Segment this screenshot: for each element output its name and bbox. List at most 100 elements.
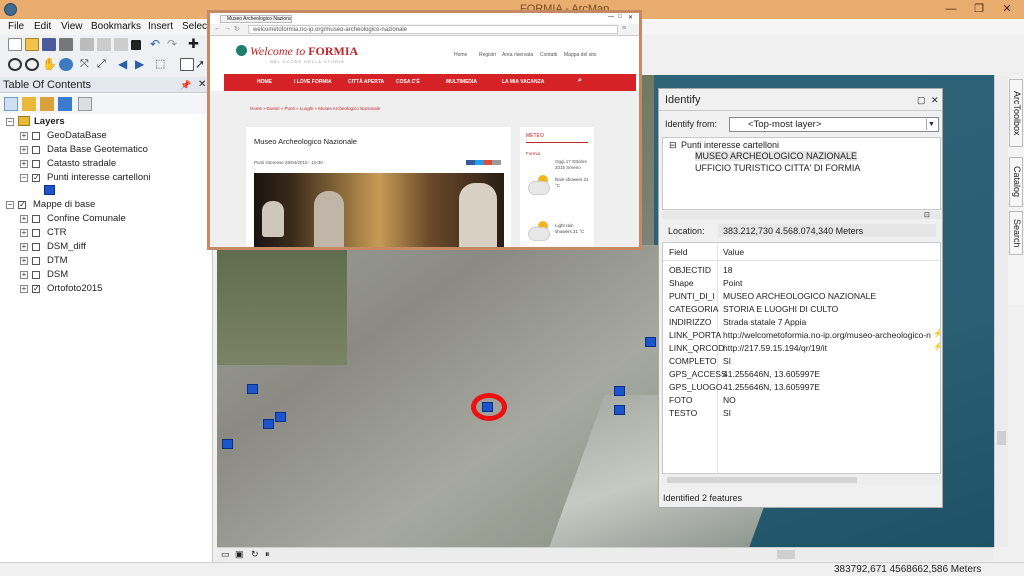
clear-selection-icon[interactable] [180,58,194,71]
collapse-icon[interactable]: − [6,201,14,209]
full-extent-icon[interactable] [59,58,73,71]
browser-minimize-icon[interactable]: — [608,14,614,20]
menu-bookmarks[interactable]: Bookmarks [91,21,141,32]
delete-icon[interactable] [131,40,141,50]
forward-icon[interactable]: → [224,25,231,32]
back-icon[interactable]: ← [214,25,221,32]
identify-close-icon[interactable]: ✕ [931,95,939,106]
split-toggle-icon[interactable]: ⊡ [924,211,930,219]
back-extent-icon[interactable]: ◀ [118,58,132,71]
expand-icon[interactable]: + [20,243,28,251]
nav-la-mia-vacanza[interactable]: LA MIA VACANZA [502,79,544,85]
fixed-zoom-in-icon[interactable]: ⤧ [80,58,94,71]
arctoolbox-tab[interactable]: ArcToolbox [1009,79,1023,147]
map-horizontal-scrollbar[interactable]: ▭ ▣ ↻ ⏸ [217,547,994,561]
data-view-icon[interactable]: ▭ [221,549,230,560]
layer-checkbox[interactable] [32,215,40,223]
top-link[interactable]: Contatti [540,52,557,58]
add-data-icon[interactable]: ✚ [188,37,202,51]
menu-file[interactable]: File [8,21,24,32]
browser-window[interactable]: Museo Archeologico Nazionale — □ ✕ ← → ↻… [207,10,642,250]
top-link[interactable]: Area riservata [502,52,533,58]
map-point[interactable] [247,384,258,394]
map-point[interactable] [275,412,286,422]
tree-root[interactable]: Punti interesse cartelloni [681,140,779,150]
menu-edit[interactable]: Edit [34,21,51,32]
pin-icon[interactable]: 📌 [180,80,191,91]
field-value-link[interactable]: http://217.59.15.194/qr/19/it [723,343,827,353]
nav-home[interactable]: HOME [257,79,272,85]
field-value-link[interactable]: http://welcometoformia.no-ip.org/museo-a… [723,330,931,340]
maximize-button[interactable]: ❐ [966,2,992,16]
nav-multimedia[interactable]: MULTIMEDIA [446,79,477,85]
list-by-selection-icon[interactable] [58,97,72,111]
expand-icon[interactable]: + [20,229,28,237]
new-document-icon[interactable] [8,38,22,51]
browser-tab[interactable]: Museo Archeologico Nazionale [220,15,292,23]
site-search-icon[interactable]: ⌕ [578,77,582,85]
select-features-icon[interactable]: ⬚ [155,58,169,71]
close-button[interactable]: ✕ [994,2,1020,16]
vertical-scroll-thumb[interactable] [997,431,1006,445]
expand-icon[interactable]: + [20,132,28,140]
group-checkbox[interactable]: ✓ [18,201,26,209]
save-icon[interactable] [42,38,56,51]
expand-icon[interactable]: + [20,285,28,293]
reload-icon[interactable]: ↻ [234,25,240,33]
map-point[interactable] [614,405,625,415]
layer-checkbox[interactable]: ✓ [32,285,40,293]
collapse-icon[interactable]: − [6,118,14,126]
undo-icon[interactable]: ↶ [150,38,164,51]
horizontal-scroll-thumb[interactable] [777,550,795,559]
expand-icon[interactable]: + [20,160,28,168]
layer-checkbox[interactable] [32,271,40,279]
nav-cosa-ce[interactable]: COSA C'È [396,79,420,85]
expand-icon[interactable]: + [20,146,28,154]
map-point[interactable] [263,419,274,429]
zoom-in-icon[interactable] [8,58,22,71]
refresh-icon[interactable]: ↻ [251,549,259,560]
map-point[interactable] [645,337,656,347]
layer-checkbox[interactable] [32,160,40,168]
layer-checkbox[interactable] [32,132,40,140]
search-tab[interactable]: Search [1009,211,1023,255]
identify-restore-icon[interactable]: ▢ [917,95,926,106]
tree-item[interactable]: UFFICIO TURISTICO CITTA' DI FORMIA [695,163,860,173]
browser-close-icon[interactable]: ✕ [628,14,633,21]
copy-icon[interactable] [97,38,111,51]
open-folder-icon[interactable] [25,38,39,51]
layout-view-icon[interactable]: ▣ [235,549,244,560]
expand-icon[interactable]: + [20,271,28,279]
catalog-tab[interactable]: Catalog [1009,157,1023,207]
print-icon[interactable] [59,38,73,51]
redo-icon[interactable]: ↷ [167,38,181,51]
toc-options-icon[interactable] [78,97,92,111]
field-header[interactable]: Field [669,247,687,257]
menu-view[interactable]: View [61,21,83,32]
identify-window[interactable]: Identify ▢ ✕ Identify from: <Top-most la… [658,88,943,508]
browser-menu-icon[interactable]: ≡ [622,25,626,32]
layer-checkbox[interactable]: ✓ [32,174,40,182]
paste-icon[interactable] [114,38,128,51]
layer-checkbox[interactable] [32,257,40,265]
arcmap-app-icon[interactable] [4,3,17,16]
map-vertical-scrollbar[interactable] [994,75,1008,547]
identify-from-select[interactable]: <Top-most layer> ▼ [729,117,939,132]
list-by-drawing-order-icon[interactable] [4,97,18,111]
pan-icon[interactable]: ✋ [42,58,57,71]
expand-icon[interactable]: + [20,257,28,265]
value-header[interactable]: Value [723,247,744,257]
zoom-out-icon[interactable] [25,58,39,71]
list-by-source-icon[interactable] [22,97,36,111]
menu-insert[interactable]: Insert [148,21,173,32]
collapse-icon[interactable]: − [20,174,28,182]
url-field[interactable]: welcometoformia.no-ip.org/museo-archeolo… [248,25,618,34]
identify-splitter[interactable]: ⊡ [662,211,941,219]
map-point[interactable] [614,386,625,396]
tree-item-selected[interactable]: MUSEO ARCHEOLOGICO NAZIONALE [695,151,858,161]
site-logo[interactable]: Welcome to FORMIA [250,44,358,59]
identify-horizontal-scrollbar[interactable] [662,475,941,485]
hyperlink-icon[interactable]: ⚡ [933,342,940,351]
identify-scroll-thumb[interactable] [667,477,857,483]
layer-checkbox[interactable] [32,229,40,237]
